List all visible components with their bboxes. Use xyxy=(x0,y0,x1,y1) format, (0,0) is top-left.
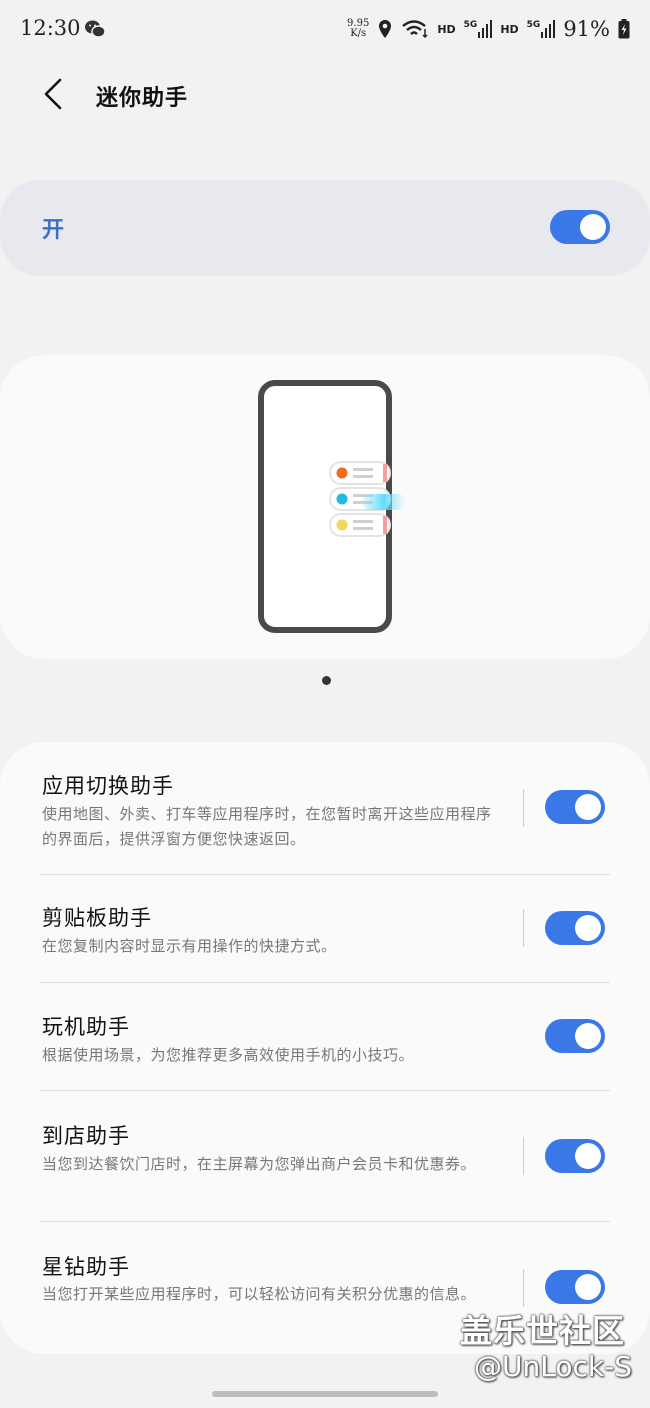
divider xyxy=(523,909,524,947)
wifi-icon xyxy=(402,20,428,39)
item-description: 当您到达餐饮门店时，在主屏幕为您弹出商户会员卡和优惠券。 xyxy=(42,1155,477,1173)
divider xyxy=(40,1221,610,1222)
item-title: 应用切换助手 xyxy=(42,774,174,798)
battery-percent: 91% xyxy=(563,17,610,41)
toggle-knob xyxy=(575,915,601,941)
toggle-knob xyxy=(575,794,601,820)
phone-tips-toggle[interactable] xyxy=(545,1019,605,1053)
item-description: 在您复制内容时显示有用操作的快捷方式。 xyxy=(42,937,337,955)
page-title: 迷你助手 xyxy=(96,86,189,111)
floating-item-cyan xyxy=(329,487,406,511)
battery-charging-icon xyxy=(618,19,630,39)
star-diamond-toggle[interactable] xyxy=(545,1270,605,1304)
item-title: 星钻助手 xyxy=(42,1255,130,1279)
item-title: 玩机助手 xyxy=(42,1015,130,1039)
signal-icon xyxy=(478,20,493,38)
wechat-icon xyxy=(85,20,106,38)
item-description: 当您打开某些应用程序时，可以轻松访问有关积分优惠的信息。 xyxy=(42,1285,477,1303)
status-bar: 12:30 9.95 K/s HD 5G HD 5G 91% xyxy=(0,0,650,60)
in-store-toggle[interactable] xyxy=(545,1139,605,1173)
carousel-page-indicator xyxy=(322,676,331,685)
net-speed: 9.95 K/s xyxy=(347,18,370,39)
divider xyxy=(523,1269,524,1307)
floating-item-orange xyxy=(329,461,391,485)
toggle-knob xyxy=(580,214,606,240)
signal-icon xyxy=(541,20,556,38)
master-switch-label: 开 xyxy=(42,218,65,243)
home-indicator[interactable] xyxy=(212,1391,438,1397)
toggle-knob xyxy=(575,1143,601,1169)
item-description: 根据使用场景，为您推荐更多高效使用手机的小技巧。 xyxy=(42,1046,415,1064)
item-title: 到店助手 xyxy=(42,1124,130,1148)
divider xyxy=(40,982,610,983)
hd-indicator-2: HD xyxy=(500,22,519,36)
signal-5g-2: 5G xyxy=(527,20,556,38)
item-description: 使用地图、外卖、打车等应用程序时，在您暂时离开这些应用程序的界面后，提供浮窗方便… xyxy=(42,805,492,848)
hd-indicator-1: HD xyxy=(437,22,456,36)
divider xyxy=(523,1137,524,1175)
master-toggle[interactable] xyxy=(550,210,610,244)
divider xyxy=(40,1090,610,1091)
back-icon[interactable] xyxy=(40,76,70,112)
signal-5g-1: 5G xyxy=(464,20,493,38)
app-switch-toggle[interactable] xyxy=(545,790,605,824)
floating-item-yellow xyxy=(329,513,391,537)
location-icon xyxy=(379,20,392,38)
status-icons: 9.95 K/s HD 5G HD 5G 91% xyxy=(347,14,630,44)
phone-illustration xyxy=(258,380,406,633)
watermark-community: 盖乐世社区 xyxy=(460,1312,626,1350)
watermark-author: @UnLock-S xyxy=(474,1350,632,1383)
divider xyxy=(40,874,610,875)
divider xyxy=(523,789,524,827)
toggle-knob xyxy=(575,1274,601,1300)
toggle-knob xyxy=(575,1023,601,1049)
item-title: 剪贴板助手 xyxy=(42,906,152,930)
clipboard-toggle[interactable] xyxy=(545,911,605,945)
status-time: 12:30 xyxy=(20,16,81,40)
